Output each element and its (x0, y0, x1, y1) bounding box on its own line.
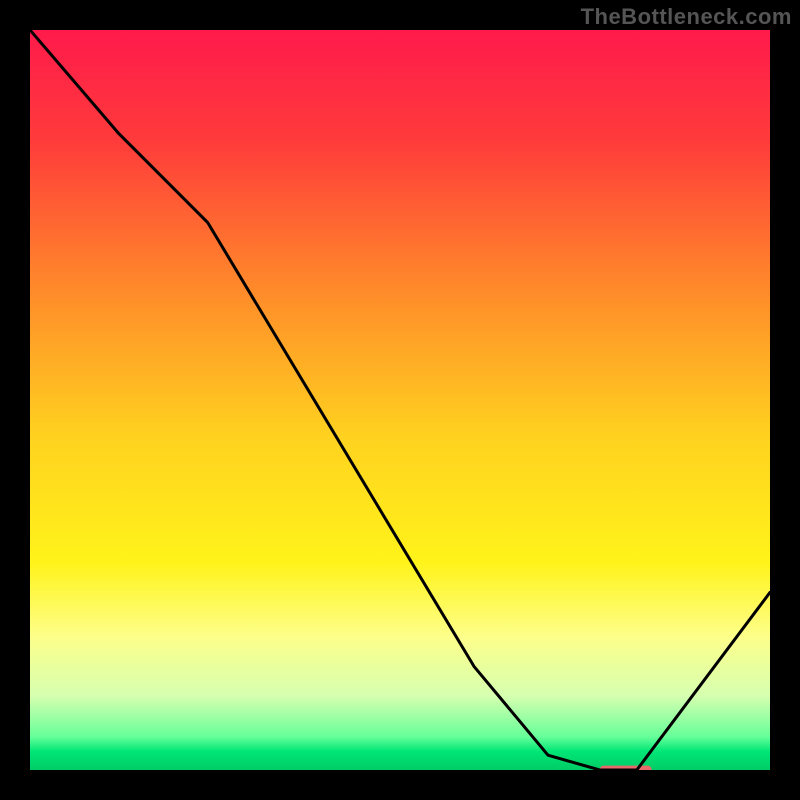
watermark-label: TheBottleneck.com (581, 4, 792, 30)
gradient-line-chart (30, 30, 770, 770)
plot-area (30, 30, 770, 770)
gradient-background (30, 30, 770, 770)
chart-canvas: TheBottleneck.com (0, 0, 800, 800)
